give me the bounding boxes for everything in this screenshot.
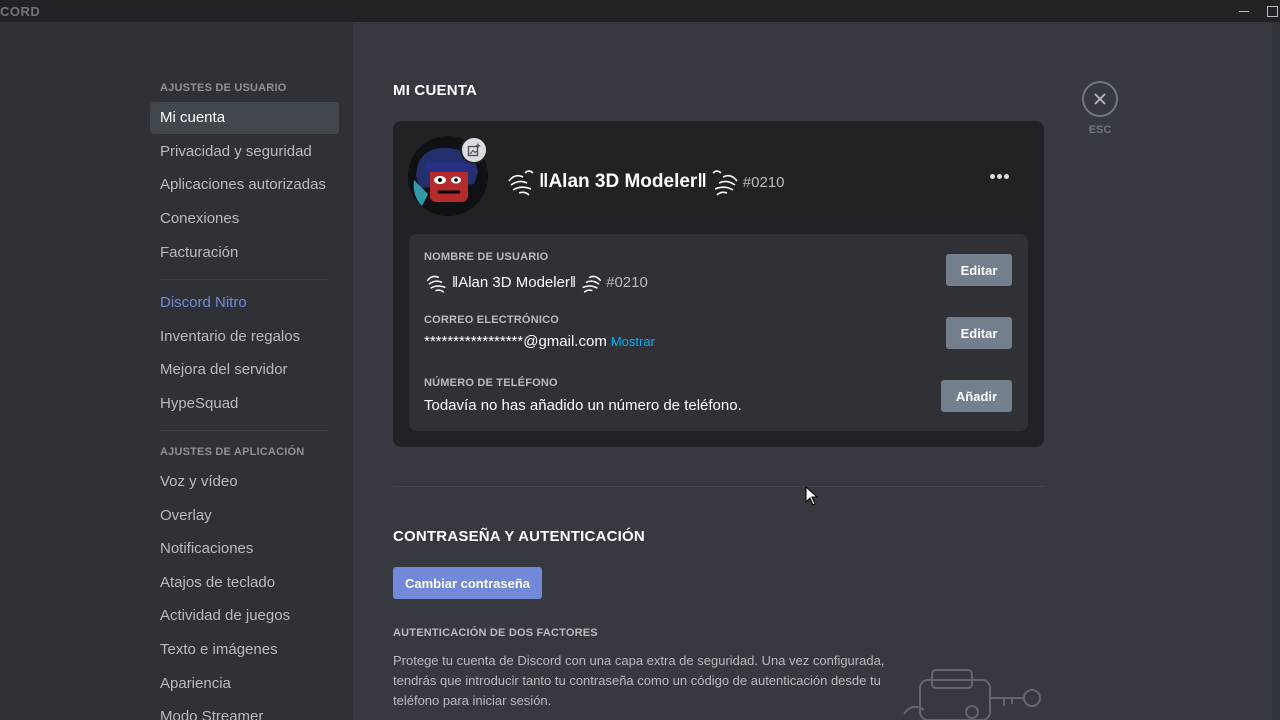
minimize-button[interactable] xyxy=(1230,0,1258,22)
tfa-description: Protege tu cuenta de Discord con una cap… xyxy=(393,653,885,708)
profile-discriminator: #0210 xyxy=(742,173,785,191)
maximize-button[interactable] xyxy=(1258,0,1280,22)
email-value: *****************@gmail.com Mostrar xyxy=(424,333,655,350)
add-phone-button[interactable]: Añadir xyxy=(941,380,1012,412)
sidebar-item-gift-inventory[interactable]: Inventario de regalos xyxy=(150,321,339,353)
sidebar-item-overlay[interactable]: Overlay xyxy=(150,500,339,532)
sidebar-separator xyxy=(160,430,328,431)
sidebar-item-game-activity[interactable]: Actividad de juegos xyxy=(150,600,339,632)
phone-value: Todavía no has añadido un número de telé… xyxy=(424,397,742,414)
mouse-cursor-icon xyxy=(805,486,819,506)
username-value: ‖Alan 3D Modeler‖ #0210 xyxy=(424,266,648,298)
page-title: MI CUENTA xyxy=(393,82,478,99)
upload-avatar-icon[interactable] xyxy=(460,136,488,164)
email-text: *****************@gmail.com xyxy=(424,333,607,350)
sidebar-item-billing[interactable]: Facturación xyxy=(150,237,339,269)
close-button[interactable] xyxy=(1082,81,1118,117)
tfa-label: AUTENTICACIÓN DE DOS FACTORES xyxy=(393,627,598,639)
sidebar-item-authorized-apps[interactable]: Aplicaciones autorizadas xyxy=(150,169,339,201)
sidebar-item-nitro[interactable]: Discord Nitro xyxy=(150,287,339,319)
username-text: ‖Alan 3D Modeler‖ xyxy=(452,273,577,291)
sidebar-item-my-account[interactable]: Mi cuenta xyxy=(150,102,339,134)
username-discriminator: #0210 xyxy=(606,273,648,291)
email-label: CORREO ELECTRÓNICO xyxy=(424,314,559,326)
sidebar-item-streamer-mode[interactable]: Modo Streamer xyxy=(150,701,339,720)
app-brand: CORD xyxy=(0,4,41,19)
scrollbar[interactable] xyxy=(1272,22,1280,720)
close-icon xyxy=(1094,93,1106,105)
sidebar-item-connections[interactable]: Conexiones xyxy=(150,203,339,235)
title-bar: CORD xyxy=(0,0,1280,22)
sidebar-item-notifications[interactable]: Notificaciones xyxy=(150,533,339,565)
edit-email-button[interactable]: Editar xyxy=(946,317,1012,349)
sidebar-item-privacy[interactable]: Privacidad y seguridad xyxy=(150,136,339,168)
change-password-button[interactable]: Cambiar contraseña xyxy=(393,567,542,599)
name-decoration-icon xyxy=(707,163,741,202)
sidebar-separator xyxy=(160,279,328,280)
tfa-illustration xyxy=(900,662,1050,720)
user-settings-header: AJUSTES DE USUARIO xyxy=(160,82,287,94)
esc-label: ESC xyxy=(1088,124,1112,136)
sidebar-item-text-images[interactable]: Texto e imágenes xyxy=(150,634,339,666)
section-divider xyxy=(393,486,1044,487)
sidebar-item-server-boost[interactable]: Mejora del servidor xyxy=(150,354,339,386)
reveal-email-link[interactable]: Mostrar xyxy=(611,334,655,349)
sidebar-item-keybinds[interactable]: Atajos de teclado xyxy=(150,567,339,599)
sidebar-item-appearance[interactable]: Apariencia xyxy=(150,668,339,700)
phone-label: NÚMERO DE TELÉFONO xyxy=(424,377,558,389)
app-settings-header: AJUSTES DE APLICACIÓN xyxy=(160,446,305,458)
sidebar-item-voice-video[interactable]: Voz y vídeo xyxy=(150,466,339,498)
sidebar-item-hypesquad[interactable]: HypeSquad xyxy=(150,388,339,420)
name-decoration-icon xyxy=(505,163,539,202)
security-title: CONTRASEÑA Y AUTENTICACIÓN xyxy=(393,528,645,545)
username-label: NOMBRE DE USUARIO xyxy=(424,251,549,263)
more-options-button[interactable] xyxy=(985,164,1015,188)
profile-username: ‖Alan 3D Modeler‖ xyxy=(539,171,707,192)
edit-username-button[interactable]: Editar xyxy=(946,254,1012,286)
profile-name: ‖Alan 3D Modeler‖ #0210 xyxy=(505,160,785,204)
name-decoration-icon xyxy=(576,266,604,298)
name-decoration-icon xyxy=(424,266,452,298)
